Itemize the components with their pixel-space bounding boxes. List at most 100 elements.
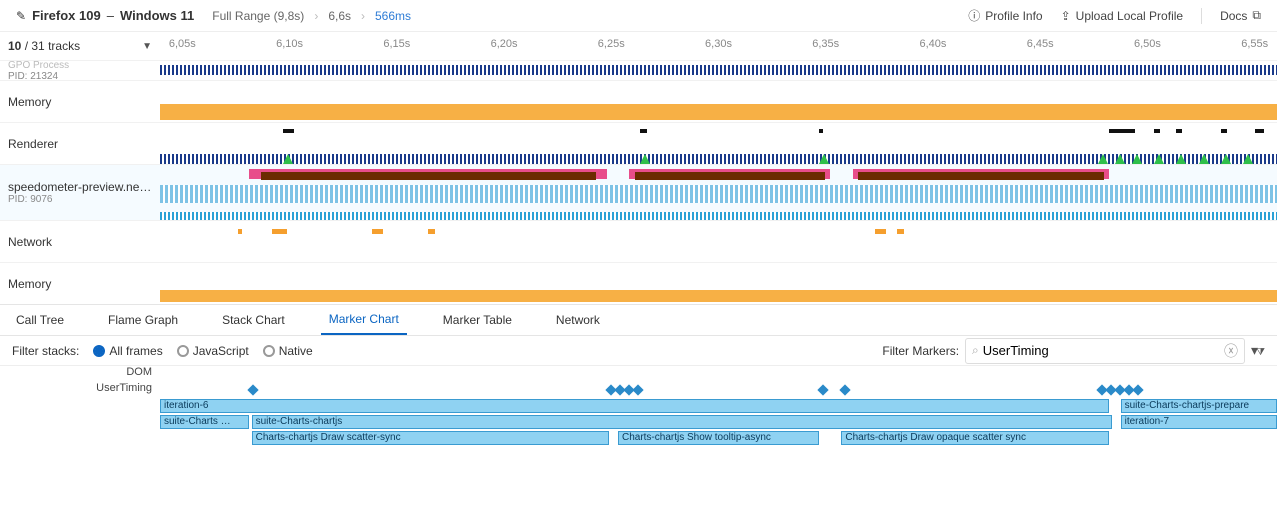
timeline-stripe <box>160 212 1277 220</box>
tab-marker-chart[interactable]: Marker Chart <box>321 305 407 335</box>
breadcrumb-leaf[interactable]: 566ms <box>375 9 411 23</box>
header-bar: ✎ Firefox 109 – Windows 11 Full Range (9… <box>0 0 1277 32</box>
marker-row[interactable]: Charts-chartjs Draw scatter-sync Charts-… <box>0 430 1277 446</box>
time-axis[interactable]: 6,05s6,10s6,15s6,20s6,25s6,30s6,35s6,40s… <box>160 32 1277 60</box>
network-marker <box>238 229 241 234</box>
marker-group-dom[interactable]: DOM <box>0 366 1277 382</box>
track-content[interactable] <box>160 263 1277 304</box>
track-content[interactable] <box>160 81 1277 122</box>
os-name: Windows 11 <box>120 8 194 23</box>
track-row-network[interactable]: Network <box>0 220 1277 262</box>
tab-marker-table[interactable]: Marker Table <box>435 306 520 334</box>
track-row-speedometer[interactable]: speedometer-preview.ne… PID: 9076 <box>0 164 1277 220</box>
breadcrumb-full-range[interactable]: Full Range (9,8s) <box>212 9 304 23</box>
track-row-renderer[interactable]: Renderer <box>0 122 1277 164</box>
divider <box>1201 8 1202 24</box>
radio-all-frames[interactable]: All frames <box>93 344 162 358</box>
upload-profile-button[interactable]: ⇪ Upload Local Profile <box>1061 9 1183 23</box>
search-icon: ⌕ <box>972 343 979 358</box>
marker-row-content[interactable]: Charts-chartjs Draw scatter-sync Charts-… <box>160 430 1277 446</box>
network-marker <box>428 229 435 234</box>
time-tick: 6,40s <box>919 38 946 50</box>
tab-stack-chart[interactable]: Stack Chart <box>214 306 293 334</box>
upload-icon: ⇪ <box>1061 9 1071 23</box>
chevron-down-icon: ▼ <box>142 41 152 52</box>
filter-markers-label: Filter Markers: <box>882 344 959 358</box>
tab-flame-graph[interactable]: Flame Graph <box>100 306 186 334</box>
marker-row-content[interactable]: suite-Charts … suite-Charts-chartjs iter… <box>160 414 1277 430</box>
info-icon: ⓘ <box>968 7 980 24</box>
filter-markers-input[interactable] <box>983 343 1224 358</box>
usertiming-marker-icon[interactable] <box>248 384 259 395</box>
docs-link[interactable]: Docs ⧉ <box>1220 8 1261 23</box>
marker-dash <box>1154 129 1160 133</box>
screenshot-marker-icon <box>1221 154 1231 164</box>
tracks-count-text: 10 / 31 tracks <box>8 39 80 53</box>
tab-network[interactable]: Network <box>548 306 608 334</box>
filter-markers-input-wrap[interactable]: ⌕ ⓧ <box>965 338 1245 364</box>
marker-row-content[interactable] <box>160 382 1277 398</box>
usertiming-marker-icon[interactable] <box>1132 384 1143 395</box>
marker-row-content[interactable] <box>160 366 1277 382</box>
time-tick: 6,35s <box>812 38 839 50</box>
marker-dash <box>283 129 294 133</box>
time-tick: 6,45s <box>1027 38 1054 50</box>
filter-dropdown-icon[interactable]: ▾⧩ <box>1251 342 1265 359</box>
marker-bar[interactable]: suite-Charts-chartjs <box>252 415 1112 429</box>
memory-area <box>160 282 1277 302</box>
tracks-count-dropdown[interactable]: 10 / 31 tracks ▼ <box>0 37 160 55</box>
marker-bar[interactable]: iteration-7 <box>1121 415 1277 429</box>
track-row-memory[interactable]: Memory <box>0 80 1277 122</box>
clear-icon[interactable]: ⓧ <box>1224 341 1238 361</box>
track-content[interactable] <box>160 61 1277 80</box>
marker-bar[interactable]: suite-Charts-chartjs-prepare <box>1121 399 1277 413</box>
radio-icon <box>93 345 105 357</box>
marker-bar[interactable]: iteration-6 <box>160 399 1109 413</box>
marker-row[interactable]: suite-Charts … suite-Charts-chartjs iter… <box>0 414 1277 430</box>
screenshot-marker-icon <box>1098 154 1108 164</box>
chevron-right-icon: › <box>314 9 318 23</box>
track-content[interactable] <box>160 123 1277 164</box>
marker-chart: DOM UserTiming iteration-6 suite-Charts-… <box>0 366 1277 446</box>
tab-call-tree[interactable]: Call Tree <box>8 306 72 334</box>
marker-dash <box>819 129 823 133</box>
marker-row-content[interactable]: iteration-6 suite-Charts-chartjs-prepare <box>160 398 1277 414</box>
screenshot-marker-icon <box>1132 154 1142 164</box>
external-link-icon: ⧉ <box>1252 8 1261 23</box>
track-content[interactable] <box>160 165 1277 220</box>
marker-bar[interactable]: Charts-chartjs Show tooltip-async <box>618 431 819 445</box>
usertiming-marker-icon[interactable] <box>632 384 643 395</box>
marker-row[interactable]: iteration-6 suite-Charts-chartjs-prepare <box>0 398 1277 414</box>
track-row-gpu-truncated[interactable]: GPO Process PID: 21324 <box>0 60 1277 80</box>
usertiming-marker-icon[interactable] <box>817 384 828 395</box>
marker-dash <box>1221 129 1227 133</box>
speed-bars <box>160 169 1277 183</box>
marker-bar[interactable]: suite-Charts … <box>160 415 249 429</box>
screenshot-marker-icon <box>1199 154 1209 164</box>
marker-group-usertiming[interactable]: UserTiming <box>0 382 1277 398</box>
track-area: GPO Process PID: 21324 Memory Renderer s… <box>0 60 1277 304</box>
marker-bar[interactable]: Charts-chartjs Draw scatter-sync <box>252 431 609 445</box>
track-label: Renderer <box>0 123 160 164</box>
radio-native[interactable]: Native <box>263 344 313 358</box>
chevron-right-icon: › <box>361 9 365 23</box>
app-name: Firefox 109 <box>32 8 101 23</box>
screenshot-marker-icon <box>1154 154 1164 164</box>
filter-right: Filter Markers: ⌕ ⓧ ▾⧩ <box>882 338 1265 364</box>
breadcrumb-mid[interactable]: 6,6s <box>328 9 351 23</box>
marker-bar[interactable]: Charts-chartjs Draw opaque scatter sync <box>841 431 1109 445</box>
time-tick: 6,15s <box>383 38 410 50</box>
marker-dash <box>1176 129 1182 133</box>
marker-dash <box>1126 129 1135 133</box>
track-label: Memory <box>0 263 160 304</box>
usertiming-marker-icon[interactable] <box>840 384 851 395</box>
track-label: Memory <box>0 81 160 122</box>
profile-title[interactable]: ✎ Firefox 109 – Windows 11 <box>16 8 194 23</box>
filter-bar: Filter stacks: All framesJavaScriptNativ… <box>0 336 1277 366</box>
track-row-memory-2[interactable]: Memory <box>0 262 1277 304</box>
time-tick: 6,20s <box>491 38 518 50</box>
profile-info-button[interactable]: ⓘ Profile Info <box>968 7 1042 24</box>
header-right: ⓘ Profile Info ⇪ Upload Local Profile Do… <box>968 7 1261 24</box>
radio-javascript[interactable]: JavaScript <box>177 344 249 358</box>
track-content[interactable] <box>160 221 1277 262</box>
